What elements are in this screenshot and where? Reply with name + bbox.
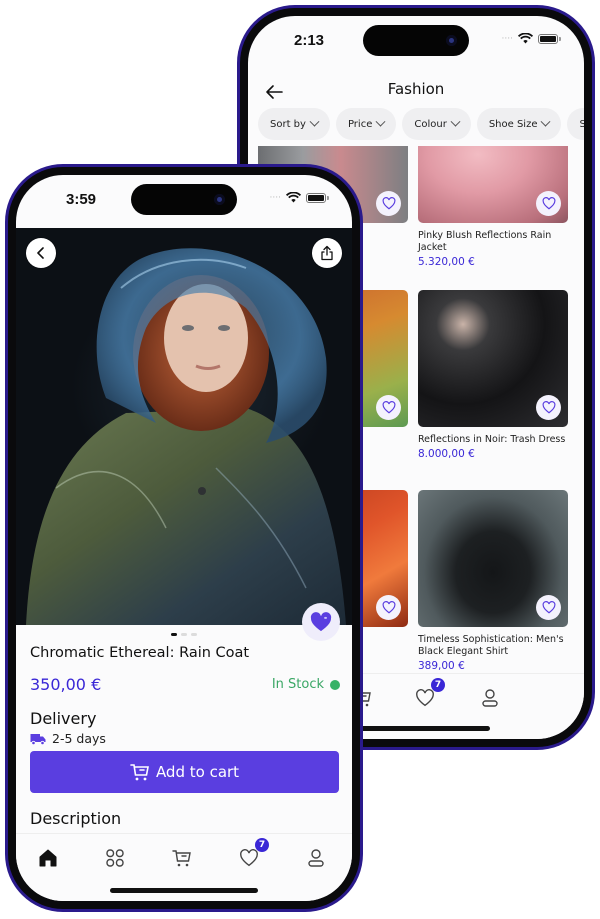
favorite-button[interactable] <box>376 191 401 216</box>
share-icon <box>321 245 333 261</box>
carousel-dot[interactable] <box>181 633 187 636</box>
status-time: 2:13 <box>294 32 325 49</box>
share-button[interactable] <box>312 238 342 268</box>
product-card[interactable]: Timeless Sophistication: Men's Black Ele… <box>418 490 568 672</box>
signal-icon: ···· <box>501 33 513 44</box>
tab-home[interactable] <box>34 844 62 872</box>
favorite-button[interactable] <box>536 595 561 620</box>
home-icon <box>39 849 57 867</box>
cart-icon <box>172 850 191 867</box>
filter-size[interactable]: Size <box>567 108 584 140</box>
product-price: 8.000,00 € <box>418 448 475 460</box>
chevron-left-icon <box>37 247 44 259</box>
description-heading: Description <box>30 809 122 828</box>
chevron-down-icon <box>309 116 320 127</box>
filter-shoe-size[interactable]: Shoe Size <box>476 108 562 140</box>
user-icon <box>308 849 324 867</box>
fashion-header: Fashion <box>248 74 584 110</box>
app-showcase: 2:13 ···· Fashion Sort by Price Colour S… <box>0 0 600 919</box>
stock-label: In Stock <box>271 677 324 692</box>
tab-categories[interactable] <box>101 844 129 872</box>
product-image[interactable] <box>16 228 352 625</box>
product-name: Timeless Sophistication: Men's Black Ele… <box>418 634 564 657</box>
wifi-icon <box>286 192 301 203</box>
filter-label: Shoe Size <box>488 118 538 130</box>
wifi-icon <box>518 33 533 44</box>
dynamic-island <box>131 184 237 215</box>
carousel-indicator <box>16 633 352 636</box>
cart-icon <box>130 764 149 781</box>
battery-icon <box>538 33 561 44</box>
heart-outline-icon <box>382 197 395 210</box>
heart-filled-icon <box>310 612 332 632</box>
delivery-info: 2-5 days <box>30 731 106 746</box>
chevron-down-icon <box>450 116 461 127</box>
favorites-badge: 7 <box>431 678 445 692</box>
heart-outline-icon <box>542 401 555 414</box>
add-to-cart-button[interactable]: Add to cart <box>30 751 339 793</box>
status-icons: ···· <box>269 192 329 203</box>
product-name: Reflections in Noir: Trash Dress <box>418 434 566 445</box>
carousel-dot[interactable] <box>171 633 177 636</box>
tab-favorites[interactable]: 7 <box>235 838 269 872</box>
chevron-down-icon <box>541 116 551 127</box>
filter-label: Sort by <box>270 118 306 130</box>
stock-indicator-dot <box>330 679 340 690</box>
product-card[interactable]: Pinky Blush Reflections Rain Jacket 5.32… <box>418 146 568 268</box>
heart-outline-icon <box>382 601 395 614</box>
delivery-days: 2-5 days <box>52 731 106 746</box>
product-price: 5.320,00 € <box>418 256 475 268</box>
home-indicator <box>342 726 490 731</box>
user-icon <box>482 689 498 707</box>
chevron-down-icon <box>375 116 386 127</box>
favorite-button[interactable] <box>536 191 561 216</box>
favorites-badge: 7 <box>255 838 269 852</box>
product-photo <box>26 248 346 625</box>
status-icons: ···· <box>501 33 561 44</box>
favorite-button[interactable] <box>376 395 401 420</box>
grid-icon <box>106 849 124 867</box>
truck-icon <box>30 733 46 745</box>
product-price: 389,00 € <box>418 660 465 672</box>
phone-product-detail: 3:59 ···· Chromatic Ethereal: Rain Coat … <box>5 164 363 912</box>
product-title: Chromatic Ethereal: Rain Coat <box>30 645 250 661</box>
tab-profile[interactable] <box>476 684 504 712</box>
product-name: Pinky Blush Reflections Rain Jacket <box>418 230 552 253</box>
product-card[interactable]: Reflections in Noir: Trash Dress 8.000,0… <box>418 290 568 460</box>
tab-favorites[interactable]: 7 <box>411 678 445 712</box>
product-image <box>418 146 568 223</box>
heart-outline-icon <box>240 849 258 867</box>
heart-outline-icon <box>542 197 555 210</box>
status-time: 3:59 <box>66 191 97 208</box>
product-image <box>418 490 568 627</box>
signal-icon: ···· <box>269 192 281 203</box>
tab-profile[interactable] <box>302 844 330 872</box>
filter-sort-by[interactable]: Sort by <box>258 108 330 140</box>
carousel-dot[interactable] <box>191 633 197 636</box>
add-to-cart-label: Add to cart <box>155 763 240 781</box>
dynamic-island <box>363 25 469 56</box>
stock-status: In Stock <box>272 677 340 692</box>
page-title: Fashion <box>387 80 445 98</box>
heart-outline-icon <box>542 601 555 614</box>
heart-outline-icon <box>382 401 395 414</box>
product-image <box>418 290 568 427</box>
filter-price[interactable]: Price <box>335 108 397 140</box>
filter-label: Price <box>347 118 373 130</box>
filter-label: Size <box>579 118 584 130</box>
home-indicator <box>110 888 258 893</box>
filter-chips: Sort by Price Colour Shoe Size Size <box>258 108 584 140</box>
filter-colour[interactable]: Colour <box>402 108 471 140</box>
tab-cart[interactable] <box>168 844 196 872</box>
heart-outline-icon <box>416 689 434 707</box>
product-detail-screen: 3:59 ···· Chromatic Ethereal: Rain Coat … <box>16 175 352 901</box>
favorite-button[interactable] <box>536 395 561 420</box>
product-price: 350,00 € <box>30 675 102 694</box>
battery-icon <box>306 192 329 203</box>
favorite-button[interactable] <box>376 595 401 620</box>
delivery-heading: Delivery <box>30 709 97 728</box>
filter-label: Colour <box>414 118 447 130</box>
back-button[interactable] <box>26 238 56 268</box>
